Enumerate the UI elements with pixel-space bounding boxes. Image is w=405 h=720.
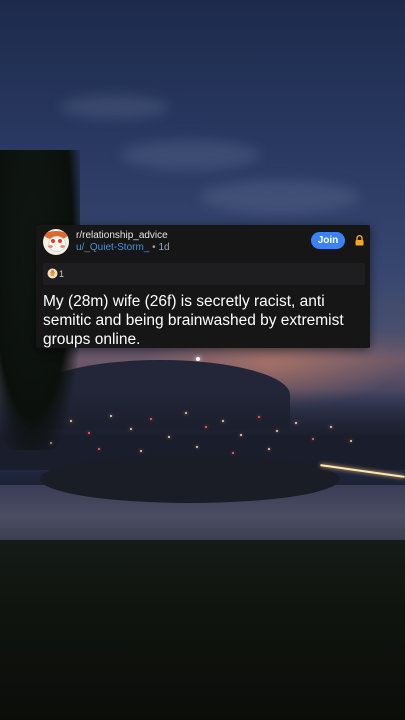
post-age: 1d (158, 242, 170, 253)
cloud (60, 95, 170, 119)
join-button[interactable]: Join (311, 232, 345, 249)
background-scene (0, 0, 405, 720)
subreddit-name[interactable]: r/relationship_advice (76, 230, 168, 241)
snoo-avatar-icon[interactable] (43, 229, 69, 255)
username[interactable]: u/_Quiet-Storm_ (76, 242, 149, 253)
cloud (200, 180, 360, 214)
island-silhouette (40, 455, 340, 503)
cloud (120, 140, 260, 170)
post-meta: u/_Quiet-Storm_ • 1d (76, 242, 170, 253)
post-title[interactable]: My (28m) wife (26f) is secretly racist, … (43, 292, 365, 349)
award-icon[interactable] (47, 268, 58, 279)
lock-icon (355, 235, 364, 246)
awards-bar: 1 (43, 263, 365, 285)
meta-separator: • (152, 242, 156, 253)
reddit-post-card[interactable]: r/relationship_advice u/_Quiet-Storm_ • … (36, 225, 370, 348)
award-count: 1 (59, 269, 65, 279)
foreground-grass (0, 540, 405, 720)
bright-star (196, 357, 200, 361)
